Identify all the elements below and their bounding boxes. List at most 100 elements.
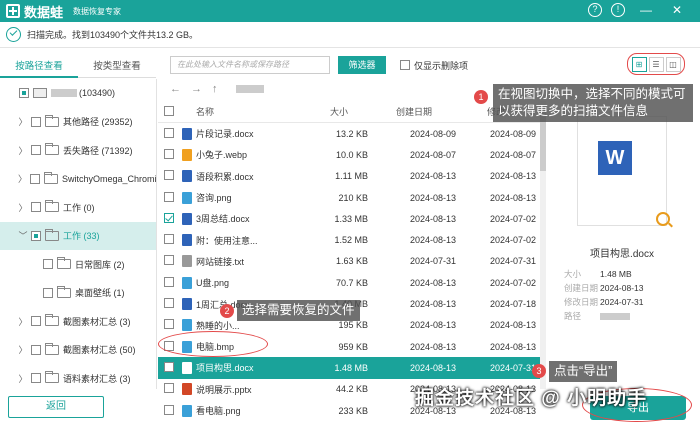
- select-all-checkbox[interactable]: [164, 105, 174, 116]
- tab-by-path[interactable]: 按路径查看: [0, 56, 78, 78]
- row-checkbox[interactable]: [164, 298, 174, 309]
- tree-checkbox[interactable]: [31, 316, 41, 327]
- close-button[interactable]: ✕: [672, 2, 682, 18]
- callout-select-file: 选择需要恢复的文件: [237, 300, 360, 321]
- help-icon[interactable]: ?: [588, 3, 602, 17]
- tree-item[interactable]: 〉 截图素材汇总 (3): [0, 307, 156, 336]
- table-row[interactable]: 咨询.png 210 KB 2024-08-13 2024-08-13: [158, 187, 540, 208]
- row-checkbox[interactable]: [164, 234, 174, 245]
- tree-item[interactable]: 〉 其他路径 (29352): [0, 108, 156, 137]
- tree-checkbox[interactable]: [31, 145, 41, 156]
- tree-checkbox[interactable]: [43, 287, 53, 298]
- expand-chevron-icon[interactable]: 〉: [18, 115, 28, 128]
- expand-chevron-icon[interactable]: 〉: [18, 201, 28, 214]
- tree-item[interactable]: 〉 工作 (0): [0, 193, 156, 222]
- expand-chevron-icon[interactable]: 〉: [18, 315, 28, 328]
- row-checkbox[interactable]: [164, 319, 174, 330]
- list-view-icon[interactable]: ☰: [648, 56, 664, 72]
- tree-item[interactable]: 〉 语料素材汇总 (3): [0, 364, 156, 389]
- expand-chevron-icon[interactable]: 〉: [18, 343, 28, 356]
- tree-checkbox[interactable]: [31, 344, 41, 355]
- app-logo: 数据蛙 数据恢复专家: [6, 2, 121, 21]
- col-name[interactable]: 名称: [182, 105, 310, 118]
- expand-chevron-icon[interactable]: 〉: [18, 172, 27, 185]
- file-list-scrollbar[interactable]: [540, 101, 546, 389]
- tree-checkbox[interactable]: [31, 202, 41, 213]
- grid-view-icon[interactable]: ⊞: [631, 56, 647, 72]
- col-created[interactable]: 创建日期: [372, 105, 456, 118]
- tree-item[interactable]: (103490): [0, 79, 156, 108]
- table-row[interactable]: 附：使用注意... 1.52 MB 2024-08-13 2024-07-02: [158, 229, 540, 250]
- tree-checkbox[interactable]: [31, 230, 41, 241]
- current-path: [235, 85, 264, 93]
- tree-checkbox[interactable]: [30, 173, 41, 184]
- tree-item[interactable]: 〉 截图素材汇总 (50): [0, 336, 156, 365]
- tree-item[interactable]: 桌面壁纸 (1): [0, 279, 156, 308]
- filter-button[interactable]: 筛选器: [338, 56, 386, 74]
- file-name: U盘.png: [196, 278, 230, 289]
- tree-item-label: 其他路径 (29352): [63, 117, 133, 128]
- row-checkbox[interactable]: [164, 276, 174, 287]
- table-row[interactable]: U盘.png 70.7 KB 2024-08-13 2024-07-02: [158, 272, 540, 293]
- forward-arrow-icon[interactable]: →: [191, 83, 202, 95]
- feedback-icon[interactable]: !: [611, 3, 625, 17]
- file-type-icon: [182, 361, 192, 374]
- row-checkbox[interactable]: [164, 212, 174, 223]
- deleted-only-label: 仅显示删除项: [414, 60, 469, 71]
- row-checkbox[interactable]: [164, 170, 174, 181]
- tree-item[interactable]: ﹀ 工作 (33): [0, 221, 156, 250]
- tree-item[interactable]: 日常图库 (2): [0, 250, 156, 279]
- file-modified: 2024-07-31: [489, 256, 536, 267]
- file-created: 2024-07-31: [409, 256, 456, 267]
- row-checkbox[interactable]: [164, 255, 174, 266]
- file-type-icon: [182, 212, 192, 225]
- back-button[interactable]: 返回: [8, 396, 104, 418]
- table-row[interactable]: 项目构思.docx 1.48 MB 2024-08-13 2024-07-31: [158, 357, 540, 379]
- table-row[interactable]: 语段积累.docx 1.11 MB 2024-08-13 2024-08-13: [158, 166, 540, 187]
- zoom-icon[interactable]: [656, 212, 670, 226]
- table-row[interactable]: 3周总结.docx 1.33 MB 2024-08-13 2024-07-02: [158, 208, 540, 229]
- preview-info: 大小 1.48 MB 创建日期 2024-08-13 修改日期 2024-07-31 …: [564, 267, 643, 323]
- row-checkbox[interactable]: [164, 191, 174, 202]
- row-checkbox[interactable]: [164, 383, 174, 394]
- search-input[interactable]: 在此处输入文件名称或保存路径: [170, 56, 330, 74]
- file-type-icon: [182, 383, 192, 396]
- file-size: 959 KB: [338, 341, 368, 352]
- row-checkbox[interactable]: [164, 127, 174, 138]
- file-modified: 2024-08-07: [489, 149, 536, 160]
- up-arrow-icon[interactable]: ↑: [212, 83, 218, 95]
- tree-item[interactable]: 〉 SwitchyOmega_Chromium: [0, 165, 156, 194]
- file-modified: 2024-08-13: [489, 192, 536, 203]
- table-row[interactable]: 网站链接.txt 1.63 KB 2024-07-31 2024-07-31: [158, 251, 540, 272]
- tree-checkbox[interactable]: [31, 373, 41, 384]
- tree-item[interactable]: 〉 丢失路径 (71392): [0, 136, 156, 165]
- tree-item-label: 语料素材汇总 (3): [63, 373, 131, 384]
- tab-by-type[interactable]: 按类型查看: [78, 56, 156, 78]
- file-modified: 2024-08-13: [489, 320, 536, 331]
- deleted-only-checkbox[interactable]: [400, 60, 410, 70]
- folder-icon: [45, 314, 59, 327]
- row-checkbox[interactable]: [164, 361, 174, 372]
- col-size[interactable]: 大小: [310, 105, 372, 118]
- file-size: 44.2 KB: [335, 384, 368, 395]
- expand-chevron-icon[interactable]: 〉: [18, 144, 28, 157]
- deleted-only-toggle[interactable]: 仅显示删除项: [400, 56, 468, 74]
- tree-checkbox[interactable]: [43, 259, 53, 270]
- callout-view-mode: 在视图切换中，选择不同的模式可以获得更多的扫描文件信息: [493, 84, 693, 122]
- file-type-icon: [182, 127, 192, 140]
- file-name: 看电脑.png: [196, 406, 241, 416]
- expand-chevron-icon[interactable]: ﹀: [18, 229, 28, 242]
- back-arrow-icon[interactable]: ←: [170, 83, 181, 95]
- tree-checkbox[interactable]: [19, 88, 29, 99]
- table-row[interactable]: 片段记录.docx 13.2 KB 2024-08-09 2024-08-09: [158, 123, 540, 144]
- file-created: 2024-08-13: [409, 192, 456, 203]
- expand-chevron-icon[interactable]: 〉: [18, 372, 28, 385]
- row-checkbox[interactable]: [164, 148, 174, 159]
- row-checkbox[interactable]: [164, 404, 174, 415]
- minimize-button[interactable]: —: [640, 2, 652, 18]
- preview-view-icon[interactable]: ◫: [665, 56, 681, 72]
- tree-checkbox[interactable]: [31, 116, 41, 127]
- file-created: 2024-08-13: [409, 277, 456, 288]
- table-row[interactable]: 小兔子.webp 10.0 KB 2024-08-07 2024-08-07: [158, 144, 540, 165]
- tree-item-label: 丢失路径 (71392): [63, 145, 133, 156]
